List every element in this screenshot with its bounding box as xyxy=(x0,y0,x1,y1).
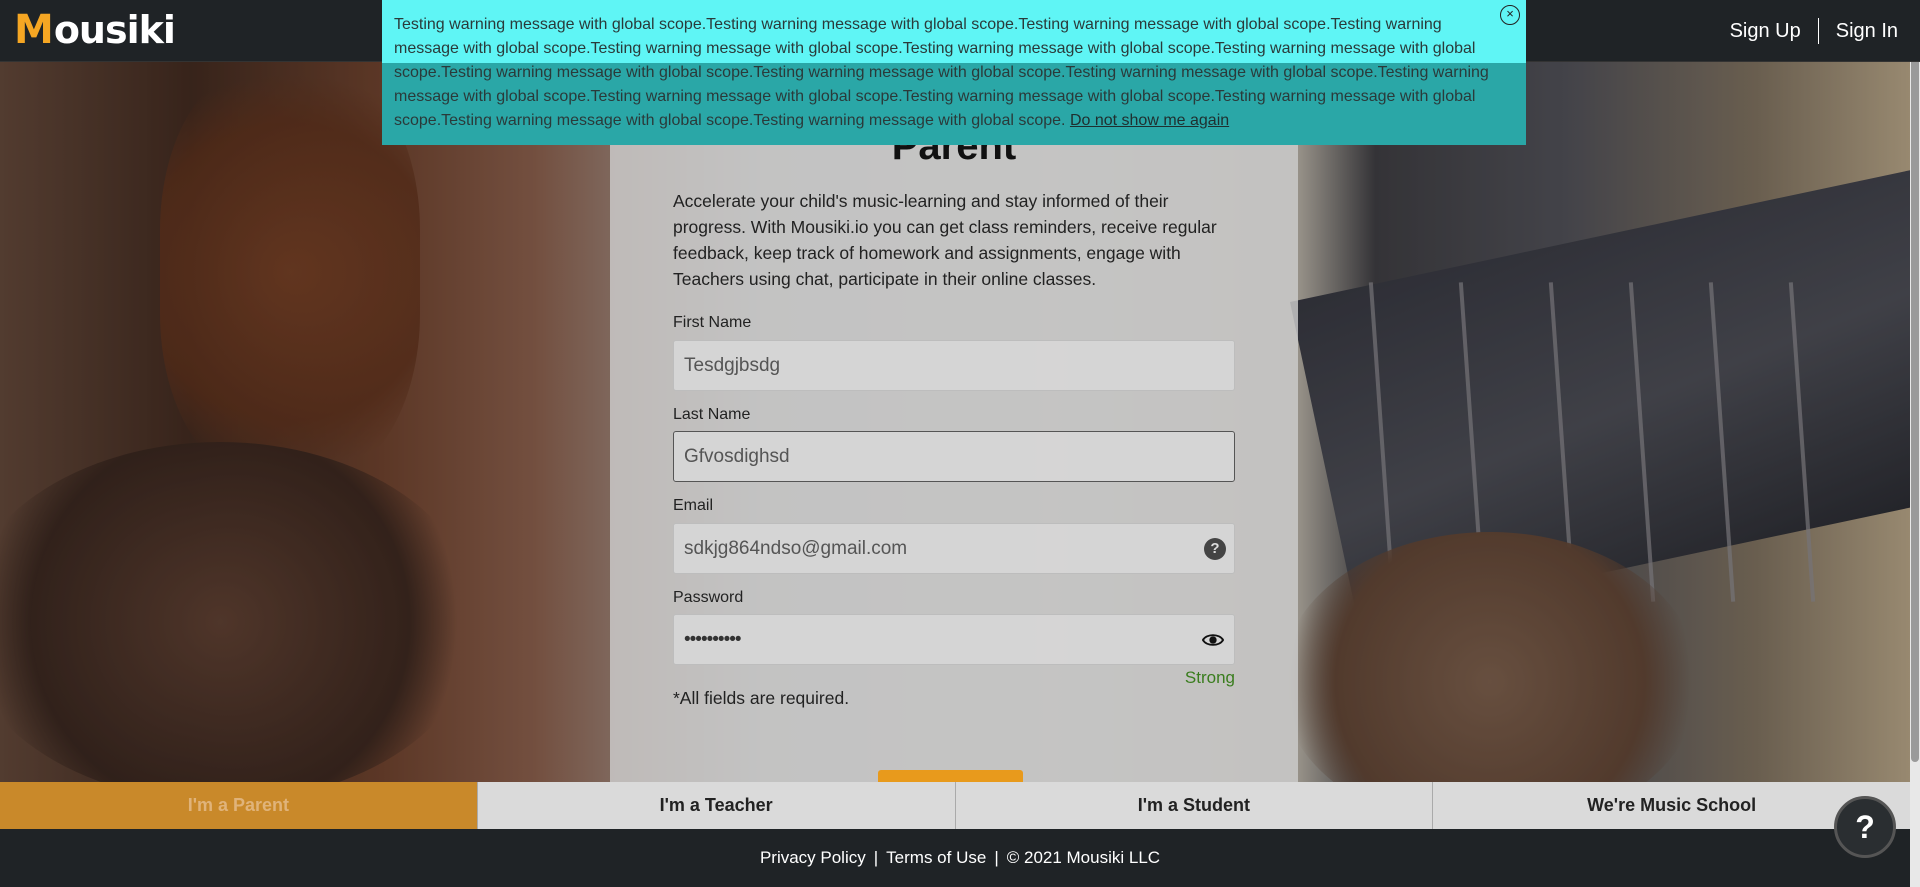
email-value: sdkjg864ndso@gmail.com xyxy=(684,537,908,559)
page-scrollbar[interactable] xyxy=(1910,0,1920,887)
password-strength: Strong xyxy=(1184,668,1235,687)
email-field[interactable]: sdkjg864ndso@gmail.com ? xyxy=(673,523,1235,574)
auth-links: Sign Up Sign In xyxy=(1730,18,1898,44)
help-chat-button[interactable]: ? xyxy=(1834,796,1896,858)
signup-card: Parent Accelerate your child's music-lea… xyxy=(610,62,1298,790)
logo-letter: M xyxy=(14,7,54,53)
help-icon[interactable]: ? xyxy=(1204,538,1226,560)
password-value: •••••••••• xyxy=(684,628,742,650)
email-label: Email xyxy=(673,497,714,514)
mousiki-logo[interactable]: Mousiki xyxy=(14,7,176,53)
dismiss-link[interactable]: Do not show me again xyxy=(1070,112,1229,129)
footer: Privacy Policy | Terms of Use | © 2021 M… xyxy=(0,829,1920,887)
password-field[interactable]: •••••••••• xyxy=(673,614,1235,665)
privacy-link[interactable]: Privacy Policy xyxy=(760,848,866,868)
terms-link[interactable]: Terms of Use xyxy=(886,848,986,868)
last-name-field[interactable]: Gfvosdighsd xyxy=(673,431,1235,482)
tab-teacher[interactable]: I'm a Teacher xyxy=(477,782,956,829)
warning-banner: Testing warning message with global scop… xyxy=(382,0,1526,145)
required-note: *All fields are required. xyxy=(673,688,850,708)
role-description: Accelerate your child's music-learning a… xyxy=(673,191,1217,289)
tab-parent[interactable]: I'm a Parent xyxy=(0,782,478,829)
header-divider xyxy=(1817,18,1819,44)
scrollbar-thumb[interactable] xyxy=(1911,2,1919,762)
first-name-field[interactable]: Tesdgjbsdg xyxy=(673,340,1235,391)
role-tabs: I'm a Parent I'm a Teacher I'm a Student… xyxy=(0,782,1910,829)
copyright: © 2021 Mousiki LLC xyxy=(1006,848,1161,867)
first-name-value: Tesdgjbsdg xyxy=(684,354,781,376)
first-name-label: First Name xyxy=(673,314,752,331)
signup-link[interactable]: Sign Up xyxy=(1730,20,1801,43)
footer-separator: | xyxy=(873,848,879,867)
last-name-label: Last Name xyxy=(673,406,751,423)
last-name-value: Gfvosdighsd xyxy=(684,445,790,467)
signin-link[interactable]: Sign In xyxy=(1836,20,1898,43)
tab-student[interactable]: I'm a Student xyxy=(955,782,1434,829)
footer-separator: | xyxy=(994,848,999,867)
logo-text: ousiki xyxy=(53,8,176,52)
password-label: Password xyxy=(673,589,744,606)
eye-icon[interactable] xyxy=(1202,631,1224,649)
close-icon[interactable]: × xyxy=(1500,5,1520,25)
